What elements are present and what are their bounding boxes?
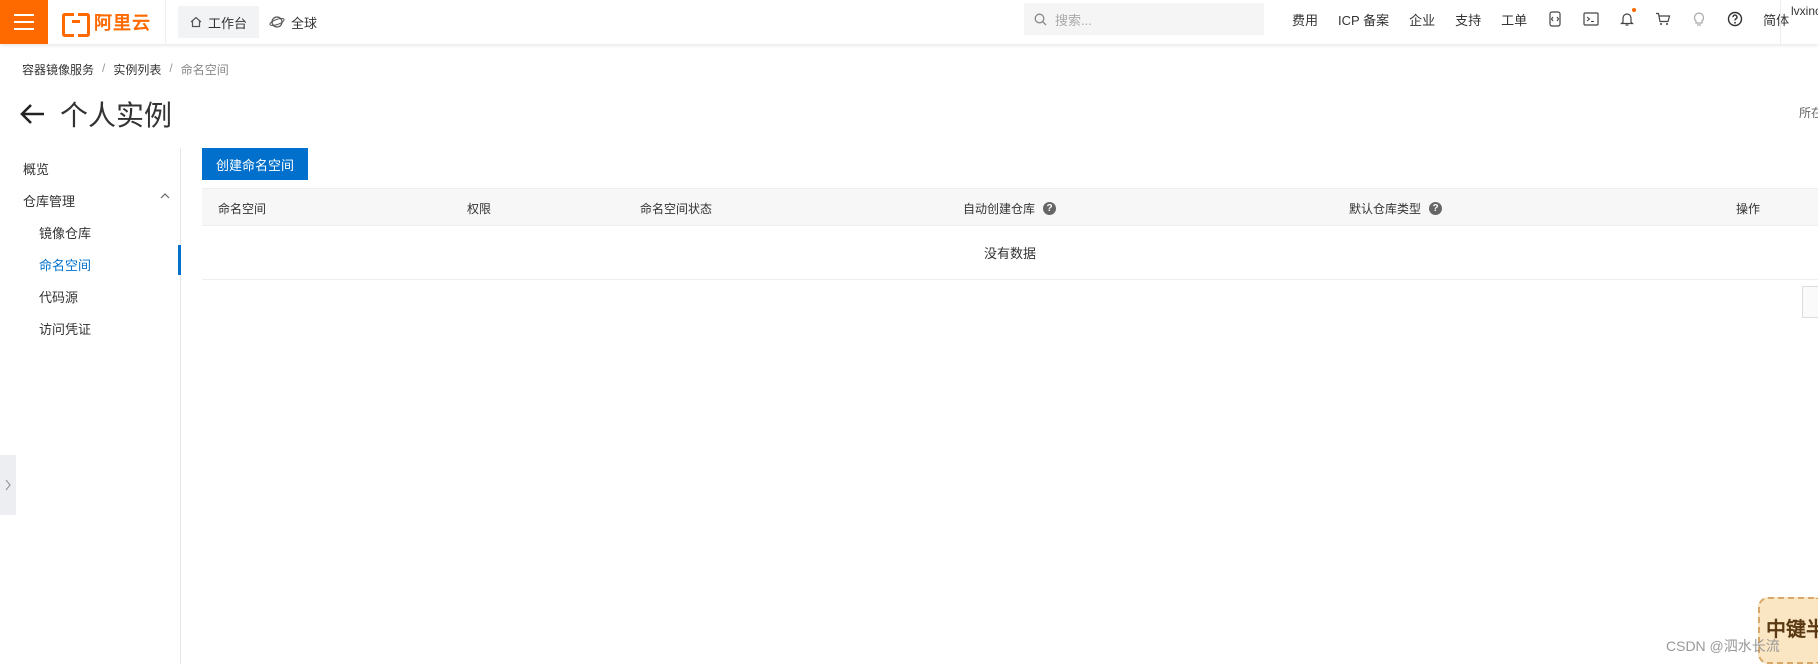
instance-location-label: 所在 <box>1799 106 1818 120</box>
column-header: 自动创建仓库? <box>963 200 1057 217</box>
terminal-icon[interactable] <box>1573 12 1609 26</box>
sidebar-item-access-credential[interactable]: 访问凭证 <box>39 319 91 338</box>
chevron-up-icon[interactable] <box>160 192 170 200</box>
column-actions: 操作 <box>1736 202 1761 216</box>
logo-text: 阿里云 <box>94 13 151 33</box>
workbench-label: 工作台 <box>208 15 248 31</box>
empty-state: 没有数据 <box>202 226 1818 280</box>
aliyun-logo-icon <box>62 13 90 37</box>
table-header: 命名空间 权限 命名空间状态 自动创建仓库? 默认仓库类型? 操作 <box>202 188 1818 226</box>
sidebar-toggle[interactable] <box>0 455 16 515</box>
breadcrumb-current: 命名空间 <box>180 63 229 77</box>
side-menu: 概览 仓库管理 镜像仓库 命名空间 代码源 访问凭证 <box>0 148 181 664</box>
watermark: CSDN @泗水长流 <box>1666 638 1780 654</box>
column-header: 命名空间 <box>218 200 266 217</box>
sidebar-item-image-repo[interactable]: 镜像仓库 <box>39 223 91 242</box>
column-header: 操作 <box>1736 200 1760 217</box>
sidebar-item-namespace[interactable]: 命名空间 <box>39 255 91 274</box>
sidebar-item-overview[interactable]: 概览 <box>23 159 49 178</box>
lightbulb-icon[interactable] <box>1681 11 1717 27</box>
search-input[interactable]: 搜索... <box>1024 3 1264 35</box>
breadcrumb-separator: / <box>169 61 173 75</box>
code-icon[interactable] <box>1537 11 1573 27</box>
column-default-repo-type: 默认仓库类型 <box>1349 202 1422 216</box>
create-namespace-button[interactable]: 创建命名空间 <box>202 148 308 180</box>
column-namespace: 命名空间 <box>218 202 267 216</box>
breadcrumb-item[interactable]: 实例列表 <box>113 61 161 78</box>
user-account[interactable]: lvxinc <box>1780 0 1818 44</box>
workbench-link[interactable]: 工作台 <box>178 6 260 38</box>
column-header: 默认仓库类型? <box>1349 200 1443 217</box>
link-support[interactable]: 支持 <box>1445 10 1491 29</box>
breadcrumb-separator: / <box>102 61 106 75</box>
column-header: 命名空间状态 <box>640 200 712 217</box>
link-ticket[interactable]: 工单 <box>1491 10 1537 29</box>
logo[interactable]: 阿里云 <box>48 0 166 44</box>
region-selector[interactable]: 全球 <box>259 6 327 38</box>
question-icon[interactable]: ? <box>1043 202 1057 215</box>
search-placeholder: 搜索... <box>1055 12 1092 28</box>
column-namespace-status: 命名空间状态 <box>640 202 713 216</box>
namespace-table: 命名空间 权限 命名空间状态 自动创建仓库? 默认仓库类型? 操作 没有数据 <box>202 188 1818 280</box>
region-label: 全球 <box>291 15 318 31</box>
link-billing[interactable]: 费用 <box>1282 10 1328 29</box>
link-icp[interactable]: ICP 备案 <box>1328 10 1399 29</box>
sidebar-item-code-source[interactable]: 代码源 <box>39 287 78 306</box>
back-arrow-icon[interactable] <box>20 103 46 125</box>
bell-icon[interactable] <box>1609 8 1645 27</box>
page-title: 个人实例 <box>60 100 173 131</box>
sidebar-group-repo-management[interactable]: 仓库管理 <box>23 191 75 210</box>
chevron-right-icon <box>5 479 11 491</box>
globe-icon <box>269 16 285 28</box>
breadcrumb: 容器镜像服务 / 实例列表 / 命名空间 <box>22 61 229 78</box>
column-permission: 权限 <box>467 202 492 216</box>
menu-icon[interactable] <box>0 0 48 44</box>
page-header: 个人实例 <box>20 94 172 134</box>
column-auto-create-repo: 自动创建仓库 <box>963 202 1036 216</box>
home-icon <box>190 16 202 28</box>
search-icon <box>1034 13 1047 25</box>
notification-dot <box>1632 8 1637 12</box>
help-icon[interactable] <box>1717 11 1753 27</box>
link-enterprise[interactable]: 企业 <box>1399 10 1445 29</box>
question-icon[interactable]: ? <box>1429 202 1443 215</box>
breadcrumb-item[interactable]: 容器镜像服务 <box>22 61 94 78</box>
cart-icon[interactable] <box>1645 12 1681 26</box>
active-indicator <box>178 245 181 275</box>
top-right-links: 费用 ICP 备案 企业 支持 工单 简体 <box>1282 0 1799 38</box>
right-panel-toggle[interactable] <box>1802 286 1818 318</box>
column-header: 权限 <box>467 200 491 217</box>
